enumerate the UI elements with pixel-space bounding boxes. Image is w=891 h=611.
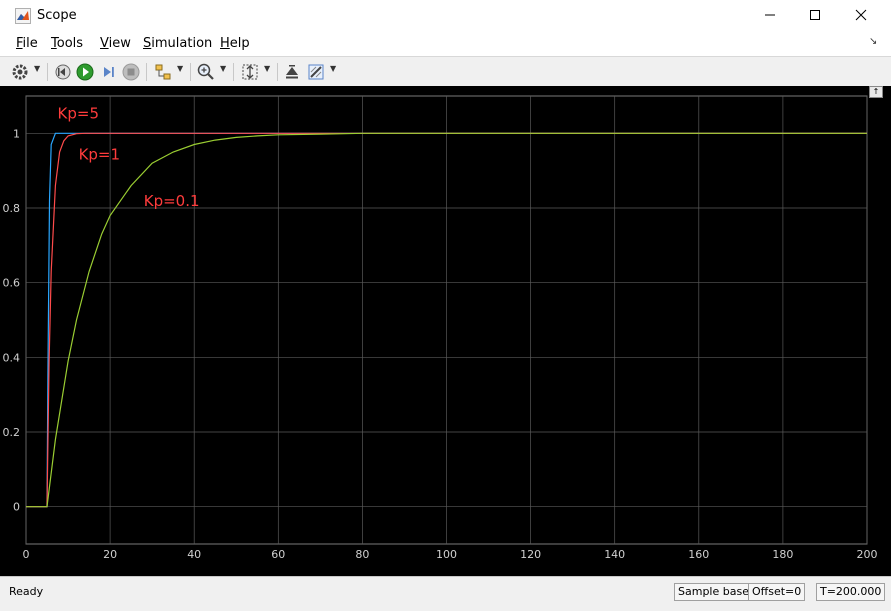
status-time: T=200.000 xyxy=(816,583,886,601)
x-tick-label: 200 xyxy=(857,548,878,561)
x-tick-label: 20 xyxy=(103,548,117,561)
stop-icon xyxy=(122,63,140,81)
settings-button[interactable] xyxy=(10,62,30,82)
expand-axes-icon[interactable]: ↑ xyxy=(869,86,883,98)
x-tick-label: 80 xyxy=(355,548,369,561)
plot-annotations: Kp=5 Kp=1 Kp=0.1 xyxy=(58,104,200,210)
run-icon xyxy=(76,63,94,81)
signal-selector-icon xyxy=(155,64,171,80)
x-tick-label: 160 xyxy=(688,548,709,561)
toolbar-separator xyxy=(146,63,147,81)
highlight-button[interactable] xyxy=(306,62,326,82)
toolbar-separator xyxy=(233,63,234,81)
toolbar: ▼ ▼ ▼ ▼ ▼ xyxy=(0,56,891,88)
x-tick-label: 100 xyxy=(436,548,457,561)
maximize-icon xyxy=(810,10,820,20)
step-back-button[interactable] xyxy=(53,62,73,82)
window-title: Scope xyxy=(37,8,77,23)
x-tick-label: 140 xyxy=(604,548,625,561)
axis-ticks: 0 20 40 60 80 100 120 140 160 180 200 0 0.2 0.4 0.6 0.8… xyxy=(3,127,878,561)
x-tick-label: 180 xyxy=(772,548,793,561)
step-back-icon xyxy=(55,64,71,80)
close-icon xyxy=(855,9,867,21)
y-tick-label: 0 xyxy=(13,501,20,514)
close-button[interactable] xyxy=(838,0,884,31)
x-tick-label: 40 xyxy=(187,548,201,561)
minimize-icon xyxy=(765,14,775,16)
settings-dropdown-icon[interactable]: ▼ xyxy=(34,64,40,73)
y-tick-label: 0.8 xyxy=(3,202,21,215)
status-bar: Ready Sample based Offset=0 T=200.000 xyxy=(0,576,891,611)
y-tick-label: 1 xyxy=(13,127,20,140)
y-tick-label: 0.2 xyxy=(3,426,21,439)
x-tick-label: 120 xyxy=(520,548,541,561)
annotation-label: Kp=0.1 xyxy=(144,192,200,210)
step-forward-icon xyxy=(104,67,114,77)
autoscale-icon xyxy=(242,64,258,80)
step-forward-button[interactable] xyxy=(98,62,118,82)
y-tick-label: 0.6 xyxy=(3,277,21,290)
matlab-app-icon xyxy=(15,8,31,24)
menu-tools[interactable]: Tools xyxy=(51,36,83,51)
x-tick-label: 0 xyxy=(23,548,30,561)
menu-simulation[interactable]: Simulation xyxy=(143,36,212,51)
signal-selector-dropdown-icon[interactable]: ▼ xyxy=(177,64,183,73)
signal-selector-button[interactable] xyxy=(153,62,173,82)
zoom-in-icon xyxy=(197,63,214,80)
annotation-label: Kp=1 xyxy=(79,145,120,163)
restore-button[interactable] xyxy=(282,62,302,82)
menu-view[interactable]: View xyxy=(100,36,131,51)
settings-icon xyxy=(12,64,28,80)
zoom-in-button[interactable] xyxy=(196,62,216,82)
toolbar-separator xyxy=(190,63,191,81)
status-ready: Ready xyxy=(9,585,44,598)
toolbar-separator xyxy=(277,63,278,81)
dock-arrow-icon[interactable]: ↘ xyxy=(869,36,877,47)
minimize-button[interactable] xyxy=(747,0,793,31)
x-tick-label: 60 xyxy=(271,548,285,561)
stop-button[interactable] xyxy=(121,62,141,82)
restore-icon xyxy=(286,65,298,79)
status-offset: Offset=0 xyxy=(748,583,806,601)
autoscale-button[interactable] xyxy=(240,62,260,82)
menu-help[interactable]: Help xyxy=(220,36,250,51)
highlight-icon xyxy=(308,64,324,80)
annotation-label: Kp=5 xyxy=(58,104,99,122)
menu-bar: File Tools View Simulation Help xyxy=(0,31,891,56)
run-button[interactable] xyxy=(75,62,95,82)
toolbar-separator xyxy=(47,63,48,81)
scope-plot[interactable]: 0 20 40 60 80 100 120 140 160 180 200 0 0.2 0.4 0.6 0.8… xyxy=(0,86,891,576)
title-bar: Scope xyxy=(0,0,891,31)
autoscale-dropdown-icon[interactable]: ▼ xyxy=(264,64,270,73)
menu-file[interactable]: File xyxy=(16,36,38,51)
zoom-dropdown-icon[interactable]: ▼ xyxy=(220,64,226,73)
scope-display[interactable]: 0 20 40 60 80 100 120 140 160 180 200 0 0.2 0.4 0.6 0.8… xyxy=(0,86,891,576)
highlight-dropdown-icon[interactable]: ▼ xyxy=(330,64,336,73)
maximize-button[interactable] xyxy=(792,0,838,31)
y-tick-label: 0.4 xyxy=(3,351,21,364)
